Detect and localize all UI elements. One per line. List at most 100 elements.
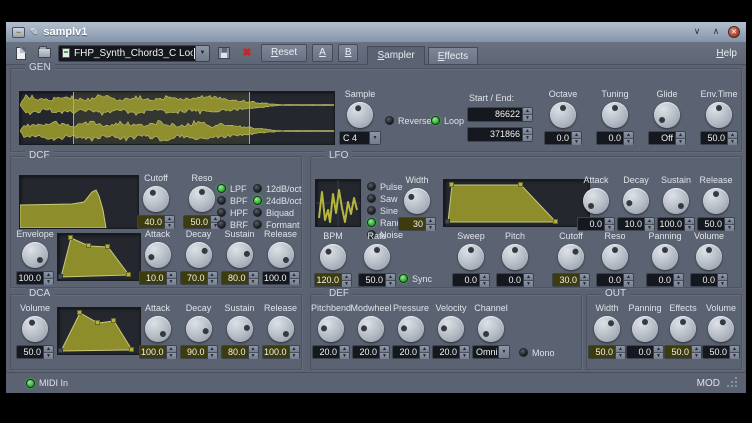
spin-up-button[interactable]: ▲ — [480, 274, 489, 281]
spin-down-button[interactable]: ▼ — [208, 353, 217, 359]
reso-knob[interactable] — [189, 186, 215, 212]
envelope-node[interactable] — [58, 274, 63, 279]
rate-spinbox[interactable]: 50.0▲▼ — [358, 273, 396, 287]
envelope-node[interactable] — [129, 347, 134, 352]
release-spinbox[interactable]: 100.0▲▼ — [262, 271, 300, 285]
env-time-spinbox[interactable]: 50.0▲▼ — [700, 131, 738, 145]
modwheel-spinbox[interactable]: 20.0▲▼ — [352, 345, 390, 359]
maximize-button[interactable]: ∧ — [709, 25, 723, 39]
tuning-knob[interactable] — [602, 102, 628, 128]
panning-knob[interactable] — [632, 316, 658, 342]
titlebar[interactable]: ~ ✎ samplv1 ∨ ∧ ✕ — [6, 22, 746, 42]
12db-oct-radio[interactable]: 12dB/oct — [253, 183, 302, 194]
24db-oct-radio[interactable]: 24dB/oct — [253, 195, 302, 206]
octave-spinbox[interactable]: 0.0▲▼ — [544, 131, 582, 145]
dcf-envelope-display[interactable] — [57, 233, 141, 281]
reset-button[interactable]: Reset — [261, 44, 307, 62]
bpm-spinbox[interactable]: 120.0▲▼ — [314, 273, 352, 287]
envelope-node[interactable] — [449, 182, 454, 187]
sweep-knob[interactable] — [458, 244, 484, 270]
spin-up-button[interactable]: ▲ — [167, 346, 176, 353]
spin-up-button[interactable]: ▲ — [616, 346, 625, 353]
panning-spinbox[interactable]: 0.0▲▼ — [646, 273, 684, 287]
sweep-spinbox[interactable]: 0.0▲▼ — [452, 273, 490, 287]
panning-spinbox[interactable]: 0.0▲▼ — [626, 345, 664, 359]
decay-knob[interactable] — [186, 242, 212, 268]
reverse-radio[interactable]: Reverse — [385, 115, 432, 126]
spin-down-button[interactable]: ▼ — [208, 279, 217, 285]
lfo-envelope-display[interactable] — [443, 179, 590, 227]
panning-knob[interactable] — [652, 244, 678, 270]
sample-knob[interactable] — [347, 102, 373, 128]
reso-spinbox[interactable]: 50.0▲▼ — [183, 215, 221, 229]
spin-up-button[interactable]: ▲ — [460, 346, 469, 353]
spin-up-button[interactable]: ▲ — [249, 272, 258, 279]
midi-in-radio[interactable]: MIDI In — [26, 378, 68, 389]
glide-spinbox[interactable]: Off▲▼ — [648, 131, 686, 145]
lpf-radio[interactable]: LPF — [217, 183, 248, 194]
spin-up-button[interactable]: ▲ — [386, 274, 395, 281]
bpf-radio[interactable]: BPF — [217, 195, 248, 206]
pressure-spinbox[interactable]: 20.0▲▼ — [392, 345, 430, 359]
spin-up-button[interactable]: ▲ — [44, 346, 53, 353]
sustain-knob[interactable] — [227, 316, 253, 342]
spin-down-button[interactable]: ▼ — [44, 279, 53, 285]
tuning-spinbox[interactable]: 0.0▲▼ — [596, 131, 634, 145]
spin-down-button[interactable]: ▼ — [616, 353, 625, 359]
reso-spinbox[interactable]: 0.0▲▼ — [596, 273, 634, 287]
pitchbend-knob[interactable] — [318, 316, 344, 342]
channel-combo[interactable]: Omni▼ — [472, 345, 510, 359]
release-spinbox[interactable]: 50.0▲▼ — [697, 217, 735, 231]
attack-knob[interactable] — [583, 188, 609, 214]
decay-spinbox[interactable]: 70.0▲▼ — [180, 271, 218, 285]
compare-a-button[interactable]: A — [312, 44, 333, 62]
tab-effects[interactable]: Effects — [428, 47, 478, 65]
spin-down-button[interactable]: ▼ — [167, 279, 176, 285]
spin-down-button[interactable]: ▼ — [572, 139, 581, 145]
resize-grip[interactable] — [726, 377, 738, 389]
spin-up-button[interactable]: ▲ — [692, 346, 701, 353]
spin-up-button[interactable]: ▲ — [380, 346, 389, 353]
modwheel-knob[interactable] — [358, 316, 384, 342]
envelope-node[interactable] — [77, 310, 82, 315]
sustain-knob[interactable] — [227, 242, 253, 268]
octave-knob[interactable] — [550, 102, 576, 128]
spin-down-button[interactable]: ▼ — [730, 353, 739, 359]
spin-down-button[interactable]: ▼ — [249, 353, 258, 359]
envelope-node[interactable] — [126, 272, 131, 277]
new-preset-button[interactable] — [12, 45, 30, 62]
spin-down-button[interactable]: ▼ — [728, 139, 737, 145]
compare-b-button[interactable]: B — [338, 44, 359, 62]
spin-up-button[interactable]: ▲ — [624, 132, 633, 139]
spin-up-button[interactable]: ▲ — [725, 218, 734, 225]
envelope-node[interactable] — [58, 348, 63, 353]
spin-down-button[interactable]: ▼ — [380, 353, 389, 359]
cutoff-spinbox[interactable]: 30.0▲▼ — [552, 273, 590, 287]
spin-up-button[interactable]: ▲ — [730, 346, 739, 353]
envelope-node[interactable] — [105, 244, 110, 249]
spin-down-button[interactable]: ▼ — [290, 353, 299, 359]
hpf-radio[interactable]: HPF — [217, 207, 248, 218]
spin-up-button[interactable]: ▲ — [420, 346, 429, 353]
spin-up-button[interactable]: ▲ — [685, 218, 694, 225]
spin-up-button[interactable]: ▲ — [167, 272, 176, 279]
biquad-radio[interactable]: Biquad — [253, 207, 302, 218]
preset-combobox[interactable]: FHP_Synth_Chord3_C Loop1 ▼ — [58, 45, 210, 62]
minimize-button[interactable]: ∨ — [690, 25, 704, 39]
loop-radio[interactable]: Loop — [431, 115, 464, 126]
pitchbend-spinbox[interactable]: 20.0▲▼ — [312, 345, 350, 359]
spin-up-button[interactable]: ▲ — [208, 272, 217, 279]
spin-up-button[interactable]: ▲ — [426, 218, 435, 225]
spin-down-button[interactable]: ▼ — [654, 353, 663, 359]
velocity-spinbox[interactable]: 20.0▲▼ — [432, 345, 470, 359]
spin-down-button[interactable]: ▼ — [523, 135, 532, 141]
dca-envelope-display[interactable] — [57, 307, 141, 355]
spin-up-button[interactable]: ▲ — [44, 272, 53, 279]
lfo-wave-display[interactable] — [315, 179, 361, 227]
envelope-node[interactable] — [553, 219, 558, 224]
spin-up-button[interactable]: ▲ — [290, 272, 299, 279]
reso-knob[interactable] — [602, 244, 628, 270]
help-menu[interactable]: Help — [716, 48, 740, 59]
channel-knob[interactable] — [478, 316, 504, 342]
open-preset-button[interactable] — [35, 45, 53, 62]
